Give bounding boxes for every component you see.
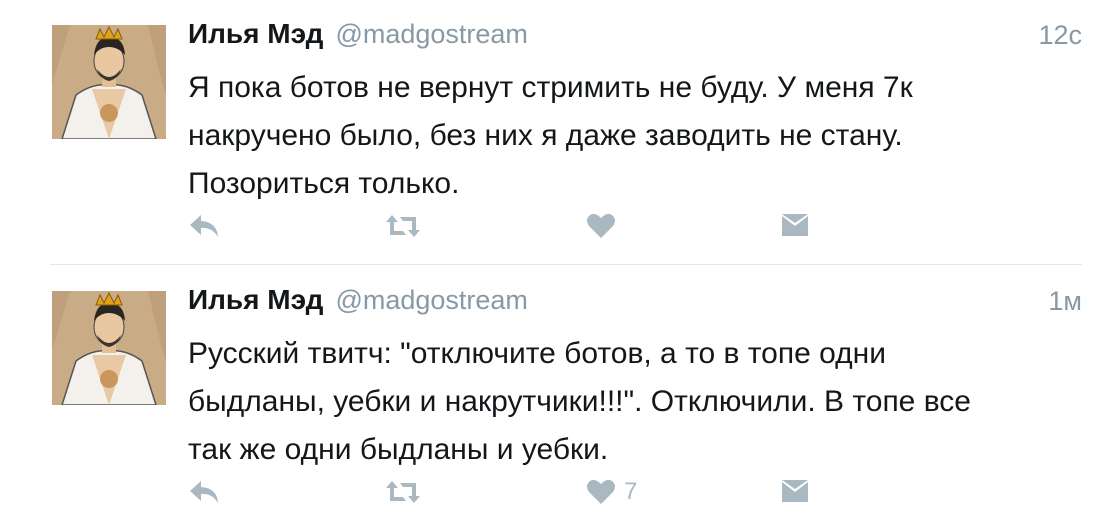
direct-message-button[interactable] <box>780 474 810 510</box>
tweet-actions: 7 <box>188 474 828 510</box>
tweet[interactable]: Илья Мэд @madgostream 1м Русский твитч: "… <box>0 266 1112 523</box>
retweet-button[interactable] <box>384 208 422 244</box>
heart-icon <box>587 213 615 238</box>
author-name[interactable]: Илья Мэд <box>188 18 323 50</box>
tweet-text-line: накручено было, без них я даже заводить … <box>188 119 903 152</box>
like-button[interactable] <box>586 208 624 244</box>
author-handle[interactable]: @madgostream <box>335 285 527 316</box>
author-name[interactable]: Илья Мэд <box>188 284 323 316</box>
retweet-icon <box>386 215 420 237</box>
direct-message-button[interactable] <box>780 208 810 244</box>
tweet-header: Илья Мэд @madgostream 1м <box>188 284 1082 324</box>
avatar[interactable] <box>52 25 166 139</box>
tweet-text-line: Позориться только. <box>188 167 460 200</box>
like-count: 7 <box>624 478 638 505</box>
tweet-text: Я пока ботов не вернут стримить не буду.… <box>188 64 1088 208</box>
direct-message-icon <box>782 480 808 502</box>
tweet-header: Илья Мэд @madgostream 12с <box>188 18 1082 58</box>
tweet-text-line: Я пока ботов не вернут стримить не буду.… <box>188 71 913 104</box>
avatar[interactable] <box>52 291 166 405</box>
reply-icon <box>190 215 218 237</box>
tweet-text: Русский твитч: "отключите ботов, а то в … <box>188 330 1088 474</box>
timestamp[interactable]: 1м <box>1048 286 1082 317</box>
heart-icon <box>587 479 615 504</box>
divider <box>50 264 1082 265</box>
retweet-icon <box>386 481 420 503</box>
tweet-text-line: быдланы, уебки и накрутчики!!!". Отключи… <box>188 385 971 418</box>
like-button[interactable]: 7 <box>586 474 637 510</box>
tweet-actions <box>188 208 828 244</box>
reply-icon <box>190 481 218 503</box>
retweet-button[interactable] <box>384 474 422 510</box>
tweet-text-line: так же одни быдланы и уебки. <box>188 433 609 466</box>
reply-button[interactable] <box>188 208 220 244</box>
reply-button[interactable] <box>188 474 220 510</box>
timestamp[interactable]: 12с <box>1038 20 1082 51</box>
tweet[interactable]: Илья Мэд @madgostream 12с Я пока ботов не… <box>0 0 1112 264</box>
direct-message-icon <box>782 214 808 236</box>
author-handle[interactable]: @madgostream <box>335 19 527 50</box>
tweet-text-line: Русский твитч: "отключите ботов, а то в … <box>188 337 886 370</box>
